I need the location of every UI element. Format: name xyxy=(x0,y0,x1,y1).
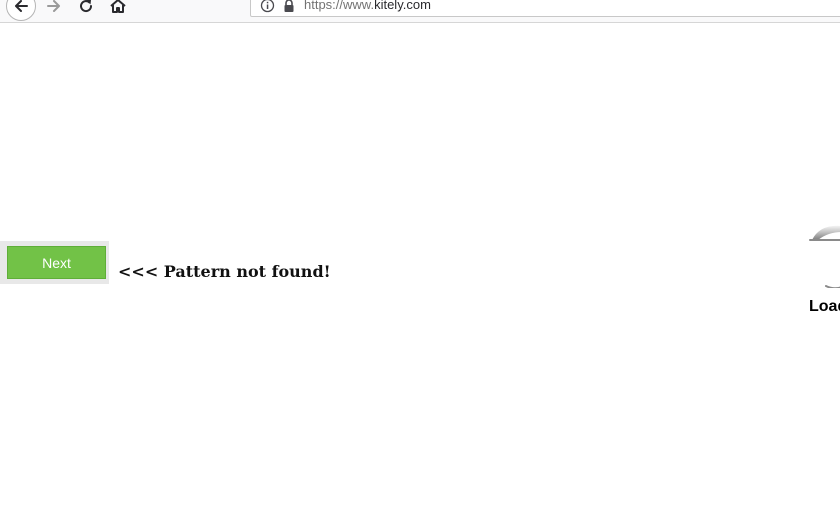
home-icon xyxy=(110,0,126,13)
url-protocol: https://www. xyxy=(304,0,375,12)
forward-button[interactable] xyxy=(40,0,68,20)
loading-spinner-icon xyxy=(809,225,840,288)
reload-icon xyxy=(80,0,93,13)
arrow-left-icon xyxy=(15,0,28,12)
reload-button[interactable] xyxy=(72,0,100,20)
pattern-not-found-message: <<< Pattern not found! xyxy=(118,262,331,281)
url-bar[interactable]: https://www.kitely.com xyxy=(250,0,840,17)
loading-text: Load xyxy=(809,298,840,315)
home-button[interactable] xyxy=(104,0,132,20)
arrow-right-icon xyxy=(47,0,60,12)
url-domain: kitely.com xyxy=(374,0,431,12)
back-button[interactable] xyxy=(6,0,36,21)
url-text[interactable]: https://www.kitely.com xyxy=(304,0,431,12)
next-panel: Next xyxy=(0,241,109,284)
lock-icon[interactable] xyxy=(282,0,296,13)
info-icon[interactable] xyxy=(260,0,275,13)
next-button[interactable]: Next xyxy=(7,246,106,279)
browser-toolbar: https://www.kitely.com xyxy=(0,0,840,23)
